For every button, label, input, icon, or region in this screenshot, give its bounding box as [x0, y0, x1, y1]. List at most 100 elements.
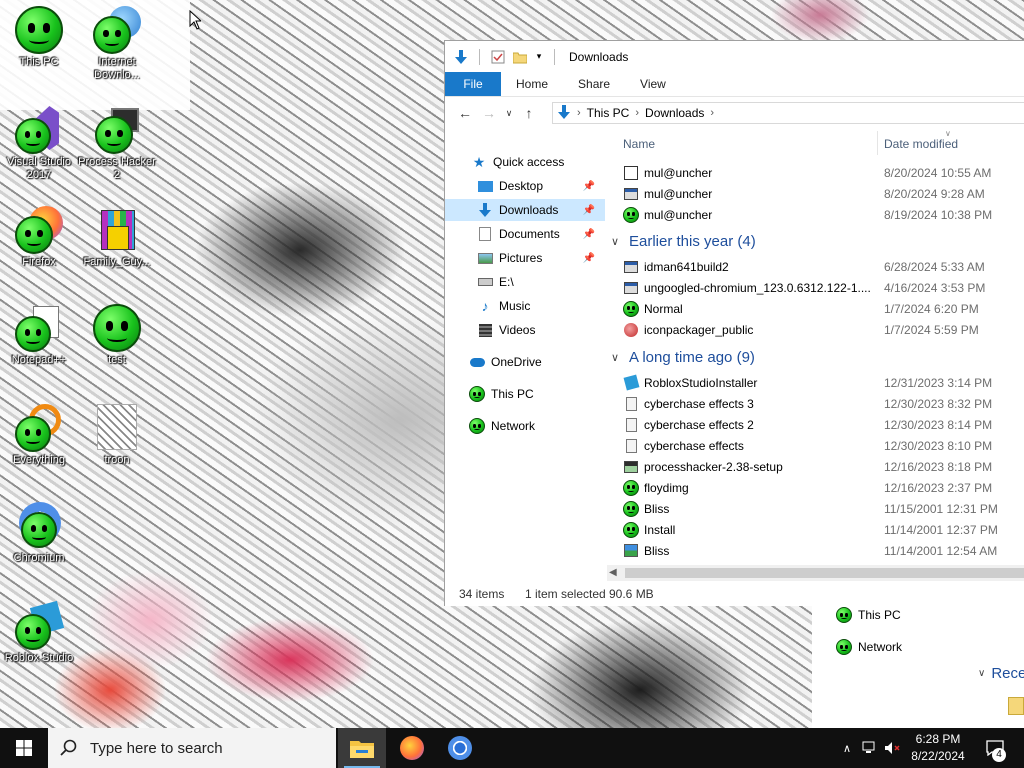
properties-icon[interactable] [490, 49, 506, 65]
desktop-icon-chromium[interactable]: Chromium [0, 502, 78, 565]
file-row[interactable]: ungoogled-chromium_123.0.6312.122-1.... … [607, 277, 1024, 298]
taskbar-clock[interactable]: 6:28 PM 8/22/2024 [900, 731, 976, 765]
desktop-icon-process-hacker[interactable]: Process Hacker 2 [78, 106, 156, 182]
horizontal-scrollbar[interactable]: ◀ [607, 565, 1024, 581]
file-row[interactable]: Install 11/14/2001 12:37 PM [607, 519, 1024, 540]
breadcrumb-separator-icon[interactable]: › [710, 107, 714, 119]
file-row[interactable]: Bliss 11/15/2001 12:31 PM [607, 498, 1024, 519]
file-date: 4/16/2024 3:53 PM [884, 280, 986, 295]
back-arrow-icon[interactable]: ← [453, 101, 477, 125]
nav-item-desktop[interactable]: Desktop 📌 [445, 175, 605, 197]
taskbar-file-explorer[interactable] [338, 728, 386, 768]
bg-section-header[interactable]: ∨ Rece [978, 665, 1024, 682]
network-icon[interactable] [860, 728, 880, 768]
ribbon-tabs: File Home Share View [445, 72, 1024, 96]
nav-item-downloads[interactable]: Downloads 📌 [445, 199, 605, 221]
nav-item-e-drive[interactable]: E:\ [445, 271, 605, 293]
file-name: cyberchase effects 2 [644, 417, 754, 432]
desktop-icon-internet-download[interactable]: Internet Downlo... [78, 6, 156, 82]
recent-locations-chevron-icon[interactable]: ∨ [501, 101, 517, 125]
background-explorer-window[interactable]: This PC Network ∨ Rece [812, 605, 1024, 728]
file-row[interactable]: iconpackager_public 1/7/2024 5:59 PM [607, 319, 1024, 340]
nav-item-label: Downloads [499, 203, 559, 217]
tab-file[interactable]: File [445, 72, 501, 96]
desktop-icon-roblox-studio[interactable]: Roblox Studio [0, 600, 78, 665]
breadcrumb-this-pc[interactable]: This PC [587, 106, 630, 120]
desktop-icon-everything[interactable]: Everything [0, 404, 78, 467]
forward-arrow-icon[interactable]: → [477, 101, 501, 125]
file-row[interactable]: mul@uncher 8/20/2024 10:55 AM [607, 162, 1024, 183]
notification-badge: 4 [992, 748, 1006, 762]
tab-share[interactable]: Share [563, 72, 625, 96]
column-header-name[interactable]: Name [623, 134, 655, 154]
globe-smiley-icon [93, 6, 141, 54]
nav-item-this-pc[interactable]: This PC [445, 383, 605, 405]
volume-muted-icon[interactable] [882, 728, 902, 768]
start-button[interactable] [0, 728, 48, 768]
onedrive-icon [469, 354, 485, 370]
taskbar-chromium[interactable] [436, 728, 484, 768]
nav-item-videos[interactable]: Videos [445, 319, 605, 341]
nav-item-pictures[interactable]: Pictures 📌 [445, 247, 605, 269]
desktop-icon-troon[interactable]: troon [78, 404, 156, 467]
nav-item-network[interactable]: Network [445, 415, 605, 437]
scrollbar-thumb[interactable] [625, 568, 1024, 578]
taskbar-firefox[interactable] [388, 728, 436, 768]
file-name: idman641build2 [644, 259, 729, 274]
bg-nav-item-network[interactable]: Network [836, 639, 902, 655]
show-hidden-icons-chevron-icon[interactable]: ∧ [838, 728, 856, 768]
pin-icon[interactable]: 📌 [583, 229, 595, 240]
bg-nav-label: This PC [858, 608, 901, 622]
breadcrumb-separator-icon[interactable]: › [577, 107, 581, 119]
nav-item-onedrive[interactable]: OneDrive [445, 351, 605, 373]
smiley-icon [623, 500, 639, 517]
visual-studio-icon [15, 106, 63, 154]
breadcrumb-separator-icon[interactable]: › [635, 107, 639, 119]
scroll-left-arrow-icon[interactable]: ◀ [609, 567, 617, 578]
group-header-long-time-ago[interactable]: ∨ A long time ago (9) [607, 345, 755, 369]
file-row[interactable]: Bliss 11/14/2001 12:54 AM [607, 540, 1024, 561]
file-row[interactable]: mul@uncher 8/20/2024 9:28 AM [607, 183, 1024, 204]
file-row[interactable]: processhacker-2.38-setup 12/16/2023 8:18… [607, 456, 1024, 477]
file-explorer-window[interactable]: ▾ Downloads File Home Share View ← → ∨ ↑… [444, 40, 1024, 606]
desktop-icon-notepad[interactable]: Notepad++ [0, 304, 78, 367]
desktop-icon-test[interactable]: test [78, 304, 156, 367]
pin-icon[interactable]: 📌 [583, 253, 595, 264]
action-center-button[interactable]: 4 [982, 728, 1008, 768]
taskbar-search-box[interactable]: Type here to search [48, 728, 336, 768]
nav-item-documents[interactable]: Documents 📌 [445, 223, 605, 245]
file-row[interactable]: cyberchase effects 3 12/30/2023 8:32 PM [607, 393, 1024, 414]
desktop-icon-visual-studio[interactable]: Visual Studio 2017 [0, 106, 78, 182]
file-name: floydimg [644, 480, 689, 495]
file-row[interactable]: idman641build2 6/28/2024 5:33 AM [607, 256, 1024, 277]
pin-icon[interactable]: 📌 [583, 205, 595, 216]
file-name: processhacker-2.38-setup [644, 459, 783, 474]
desktop-icon-label: Visual Studio 2017 [6, 156, 71, 181]
firefox-icon [400, 736, 424, 760]
address-bar[interactable]: › This PC › Downloads › [552, 102, 1024, 124]
file-row[interactable]: RobloxStudioInstaller 12/31/2023 3:14 PM [607, 372, 1024, 393]
tab-view[interactable]: View [625, 72, 681, 96]
desktop-icon-this-pc[interactable]: This PC [0, 6, 78, 69]
tab-home[interactable]: Home [501, 72, 563, 96]
column-header-date-modified[interactable]: Date modified [884, 134, 958, 154]
file-icon [623, 438, 639, 454]
file-row[interactable]: cyberchase effects 2 12/30/2023 8:14 PM [607, 414, 1024, 435]
file-row[interactable]: Normal 1/7/2024 6:20 PM [607, 298, 1024, 319]
chromium-icon [448, 736, 472, 760]
quick-access-dropdown-icon[interactable]: ▾ [534, 49, 544, 65]
column-divider[interactable] [877, 131, 878, 155]
file-row[interactable]: mul@uncher 8/19/2024 10:38 PM [607, 204, 1024, 225]
nav-item-music[interactable]: ♪ Music [445, 295, 605, 317]
desktop-icon-firefox[interactable]: Firefox [0, 206, 78, 269]
file-row[interactable]: cyberchase effects 12/30/2023 8:10 PM [607, 435, 1024, 456]
download-arrow-icon[interactable] [453, 49, 469, 65]
group-header-earlier-this-year[interactable]: ∨ Earlier this year (4) [607, 229, 756, 253]
up-arrow-icon[interactable]: ↑ [517, 101, 541, 125]
desktop-icon-family-guy[interactable]: Family_Guy... [78, 206, 156, 269]
bg-nav-item-this-pc[interactable]: This PC [836, 607, 901, 623]
breadcrumb-downloads[interactable]: Downloads [645, 106, 704, 120]
pin-icon[interactable]: 📌 [583, 181, 595, 192]
file-row[interactable]: floydimg 12/16/2023 2:37 PM [607, 477, 1024, 498]
new-folder-icon[interactable] [512, 49, 528, 65]
